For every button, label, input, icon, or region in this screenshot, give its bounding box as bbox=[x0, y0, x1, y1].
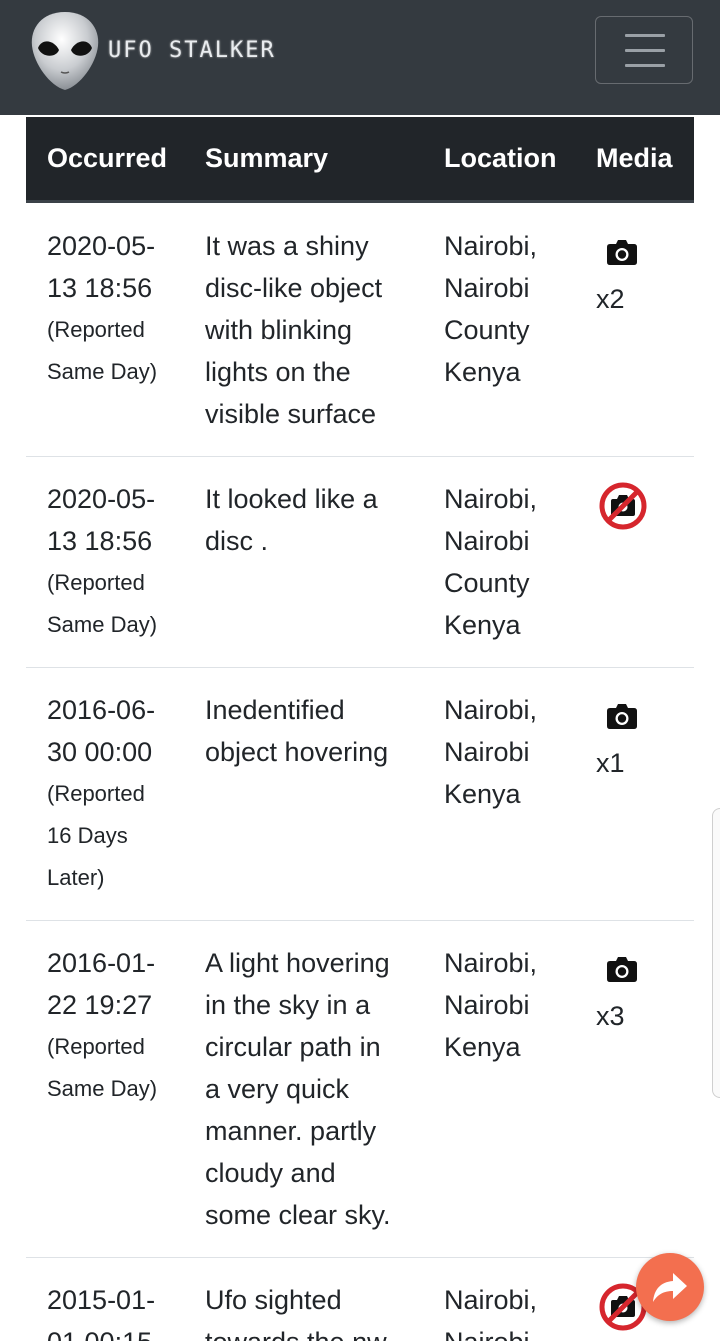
camera-icon[interactable] bbox=[606, 955, 638, 983]
media-count: x1 bbox=[596, 748, 625, 778]
brand-name: UFO STALKER bbox=[108, 37, 276, 63]
summary-cell: It looked like a disc . bbox=[205, 484, 378, 556]
occurred-cell: 2020-05- 13 18:56 (Reported Same Day) bbox=[47, 484, 158, 637]
no-camera-icon bbox=[599, 482, 647, 530]
summary-cell: Inedentified object hovering bbox=[205, 695, 389, 767]
header-occurred[interactable]: Occurred bbox=[47, 143, 167, 174]
table-row[interactable]: 2016-06- 30 00:00 (Reported 16 Days Late… bbox=[26, 668, 694, 921]
summary-cell: A light hovering in the sky in a circula… bbox=[205, 948, 391, 1230]
occurred-cell: 2016-06- 30 00:00 (Reported 16 Days Late… bbox=[47, 695, 156, 890]
header-summary[interactable]: Summary bbox=[205, 143, 328, 174]
header-media[interactable]: Media bbox=[596, 143, 673, 174]
summary-cell: It was a shiny disc-like object with bli… bbox=[205, 231, 383, 429]
table-header: Occurred Summary Location Media bbox=[26, 117, 694, 203]
occurred-cell: 2016-01- 22 19:27 (Reported Same Day) bbox=[47, 948, 158, 1101]
media-count: x2 bbox=[596, 284, 625, 314]
location-cell: Nairobi, Nairobi County Kenya bbox=[444, 231, 538, 387]
location-cell: Nairobi, Nairobi bbox=[444, 1285, 538, 1341]
header-location[interactable]: Location bbox=[444, 143, 557, 174]
share-button[interactable] bbox=[636, 1253, 704, 1321]
table-row[interactable]: 2015-01- 01 00:15 Ufo sighted towards th… bbox=[26, 1258, 694, 1341]
share-arrow-icon bbox=[653, 1273, 687, 1302]
brand-logo[interactable]: UFO STALKER bbox=[28, 8, 276, 92]
media-count: x3 bbox=[596, 1001, 625, 1031]
camera-icon[interactable] bbox=[606, 702, 638, 730]
edge-panel-handle[interactable] bbox=[712, 808, 720, 1098]
location-cell: Nairobi, Nairobi Kenya bbox=[444, 695, 538, 809]
navbar: UFO STALKER bbox=[0, 0, 720, 115]
table-row[interactable]: 2020-05- 13 18:56 (Reported Same Day) It… bbox=[26, 457, 694, 668]
occurred-cell: 2020-05- 13 18:56 (Reported Same Day) bbox=[47, 231, 158, 384]
summary-cell: Ufo sighted towards the nw bbox=[205, 1285, 387, 1341]
location-cell: Nairobi, Nairobi Kenya bbox=[444, 948, 538, 1062]
camera-icon[interactable] bbox=[606, 238, 638, 266]
occurred-cell: 2015-01- 01 00:15 bbox=[47, 1285, 156, 1341]
table-row[interactable]: 2020-05- 13 18:56 (Reported Same Day) It… bbox=[26, 204, 694, 457]
menu-toggle-button[interactable] bbox=[595, 16, 693, 84]
location-cell: Nairobi, Nairobi County Kenya bbox=[444, 484, 538, 640]
alien-head-icon bbox=[31, 12, 99, 90]
table-row[interactable]: 2016-01- 22 19:27 (Reported Same Day) A … bbox=[26, 921, 694, 1258]
